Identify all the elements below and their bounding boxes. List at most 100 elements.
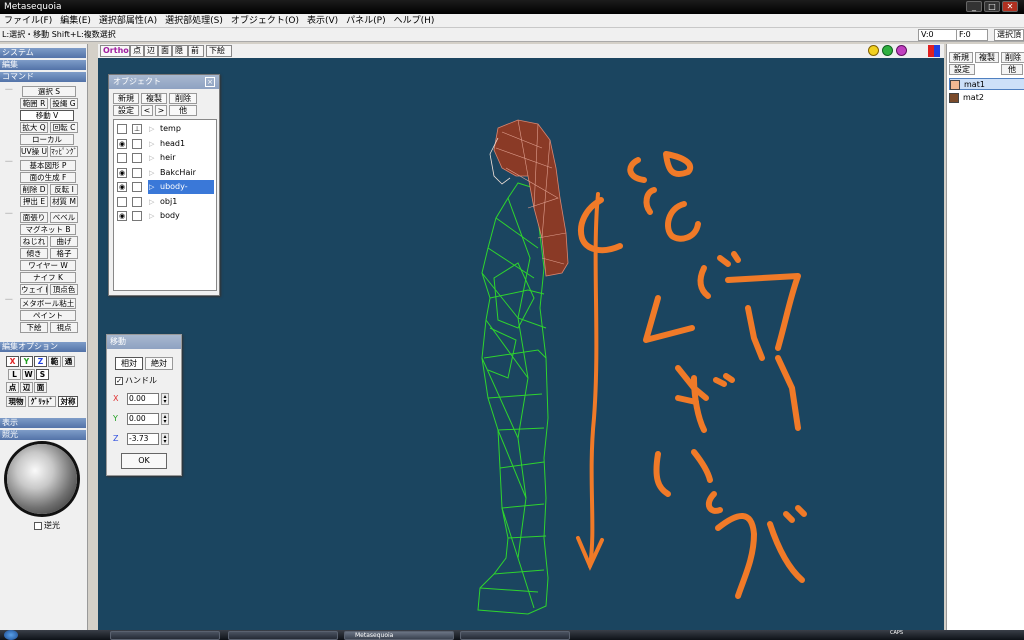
view-button-1[interactable]: 点 xyxy=(130,45,144,57)
visibility-toggle-icon[interactable] xyxy=(117,153,127,163)
visibility-toggle-icon[interactable]: ◉ xyxy=(117,138,127,149)
object-panel-close-icon[interactable]: × xyxy=(205,77,215,87)
taskbar-item-metasequoia[interactable]: Metasequoia xyxy=(344,631,454,640)
cmd2-2[interactable]: 削除 D xyxy=(20,184,48,195)
material-button2-1[interactable]: 他 xyxy=(1001,64,1023,75)
select-toggle-2[interactable]: 面 xyxy=(34,382,47,393)
cmd-5[interactable]: 回転 C xyxy=(50,122,78,133)
y-input[interactable]: 0.00 xyxy=(127,413,159,425)
menu-item-1[interactable]: 編集(E) xyxy=(56,14,95,27)
object-row[interactable]: ◉ ▷ body xyxy=(114,209,216,223)
relative-toggle[interactable]: 相対 xyxy=(115,357,143,370)
close-button[interactable]: ✕ xyxy=(1002,1,1018,12)
lock-toggle-icon[interactable] xyxy=(132,182,142,192)
object-name-cell[interactable]: ▷ heir xyxy=(148,151,214,165)
backlight-option[interactable]: 逆光 xyxy=(34,520,60,531)
cmd3-9[interactable]: ウェイト xyxy=(20,284,48,295)
maximize-button[interactable]: □ xyxy=(984,1,1000,12)
view-button-6[interactable]: 下絵 xyxy=(206,45,232,57)
section-command[interactable]: コマンド xyxy=(0,72,86,82)
axis-toggle-0[interactable]: X xyxy=(6,356,19,367)
visibility-toggle-icon[interactable]: ◉ xyxy=(117,182,127,192)
object-row[interactable]: ▷ heir xyxy=(114,151,216,165)
taskbar-item-1[interactable] xyxy=(110,631,220,640)
menu-item-0[interactable]: ファイル(F) xyxy=(0,14,56,27)
cmd3-5[interactable]: 傾き xyxy=(20,248,48,259)
object-button-0[interactable]: 新規 xyxy=(113,93,139,104)
object-row[interactable]: ◉ ▷ head1 xyxy=(114,137,216,151)
cmd-8[interactable]: ﾏｯﾋﾟﾝｸﾞ xyxy=(50,146,78,157)
cmd3-1[interactable]: ベベル xyxy=(50,212,78,223)
cmd3-7[interactable]: ワイヤー W xyxy=(20,260,76,271)
section-edit-option[interactable]: 編集オプション xyxy=(0,342,86,352)
minimize-button[interactable]: _ xyxy=(966,1,982,12)
section-lighting[interactable]: 照光 xyxy=(0,430,86,440)
material-item[interactable]: mat1 xyxy=(949,78,1024,90)
cmd2-4[interactable]: 押出 E xyxy=(20,196,48,207)
absolute-toggle[interactable]: 絶対 xyxy=(145,357,173,370)
cmd-4[interactable]: 拡大 Q xyxy=(20,122,48,133)
visibility-toggle-icon[interactable]: ◉ xyxy=(117,211,127,221)
lock-toggle-icon[interactable] xyxy=(132,167,142,178)
cmd3-2[interactable]: マグネット B xyxy=(20,224,76,235)
material-button-0[interactable]: 新規 xyxy=(949,52,973,63)
cmd4-0[interactable]: メタボール粘土 xyxy=(20,298,76,309)
object-row[interactable]: ⊥ ▷ temp xyxy=(114,122,216,136)
visibility-toggle-icon[interactable] xyxy=(117,196,127,207)
cmd2-5[interactable]: 材質 M xyxy=(50,196,78,207)
object-button2-0[interactable]: 設定 xyxy=(113,105,139,116)
backlight-checkbox[interactable] xyxy=(34,521,42,530)
cmd-3[interactable]: 移動 V xyxy=(20,110,74,121)
lock-toggle-icon[interactable] xyxy=(132,211,142,221)
menu-item-4[interactable]: オブジェクト(O) xyxy=(227,14,303,27)
visibility-toggle-icon[interactable]: ◉ xyxy=(117,167,127,178)
cmd-2[interactable]: 投縄 G xyxy=(50,98,78,109)
section-display[interactable]: 表示 xyxy=(0,418,86,428)
rotate-icon[interactable] xyxy=(896,45,907,56)
zoom-icon[interactable] xyxy=(868,45,879,56)
view-button-5[interactable]: 前 xyxy=(188,45,204,57)
cmd-0[interactable]: 選択 S xyxy=(22,86,76,97)
view-button-4[interactable]: 隠 xyxy=(172,45,188,57)
coord-toggle-0[interactable]: L xyxy=(8,369,21,380)
object-button2-2[interactable]: > xyxy=(155,105,167,116)
mode-toggle-2[interactable]: 対称 xyxy=(58,396,78,407)
taskbar-item-3[interactable] xyxy=(460,631,570,640)
cmd3-6[interactable]: 格子 xyxy=(50,248,78,259)
coord-toggle-2[interactable]: S xyxy=(36,369,49,380)
z-spinner[interactable]: ▴ ▾ xyxy=(161,433,169,445)
cmd3-3[interactable]: ねじれ xyxy=(20,236,48,247)
axis-toggle-4[interactable]: 通 xyxy=(62,356,75,367)
start-icon[interactable] xyxy=(4,630,18,640)
object-name-cell[interactable]: ▷ BakcHair xyxy=(148,166,214,180)
cmd2-3[interactable]: 反転 I xyxy=(50,184,78,195)
object-name-cell[interactable]: ▷ head1 xyxy=(148,137,214,151)
axis-toggle-2[interactable]: Z xyxy=(34,356,47,367)
handle-option[interactable]: ✓ ハンドル xyxy=(115,375,157,386)
object-name-cell[interactable]: ▷ obj1 xyxy=(148,195,214,209)
menu-item-2[interactable]: 選択部属性(A) xyxy=(95,14,161,27)
taskbar-item-2[interactable] xyxy=(228,631,338,640)
lock-toggle-icon[interactable] xyxy=(132,196,142,207)
material-button-1[interactable]: 複製 xyxy=(975,52,999,63)
lock-toggle-icon[interactable] xyxy=(132,138,142,149)
cmd4-1[interactable]: ペイント xyxy=(20,310,76,321)
z-input[interactable]: -3.73 xyxy=(127,433,159,445)
select-toggle-0[interactable]: 点 xyxy=(6,382,19,393)
view-button-3[interactable]: 面 xyxy=(158,45,172,57)
visibility-toggle-icon[interactable] xyxy=(117,124,127,134)
cmd4-2[interactable]: 下絵 xyxy=(20,322,48,333)
object-row[interactable]: ▷ obj1 xyxy=(114,195,216,209)
section-edit[interactable]: 編集 xyxy=(0,60,86,70)
lock-toggle-icon[interactable]: ⊥ xyxy=(132,124,142,134)
material-item[interactable]: mat2 xyxy=(949,92,1024,104)
menu-item-3[interactable]: 選択部処理(S) xyxy=(161,14,227,27)
menu-item-5[interactable]: 表示(V) xyxy=(303,14,342,27)
pan-icon[interactable] xyxy=(882,45,893,56)
object-row[interactable]: ◉ ▷ BakcHair xyxy=(114,166,216,180)
cmd3-10[interactable]: 頂点色 xyxy=(50,284,78,295)
object-row[interactable]: ◉ ▷ ubody- xyxy=(114,180,216,194)
coord-toggle-1[interactable]: W xyxy=(22,369,35,380)
mode-toggle-0[interactable]: 現物 xyxy=(6,396,26,407)
menu-item-6[interactable]: パネル(P) xyxy=(342,14,389,27)
